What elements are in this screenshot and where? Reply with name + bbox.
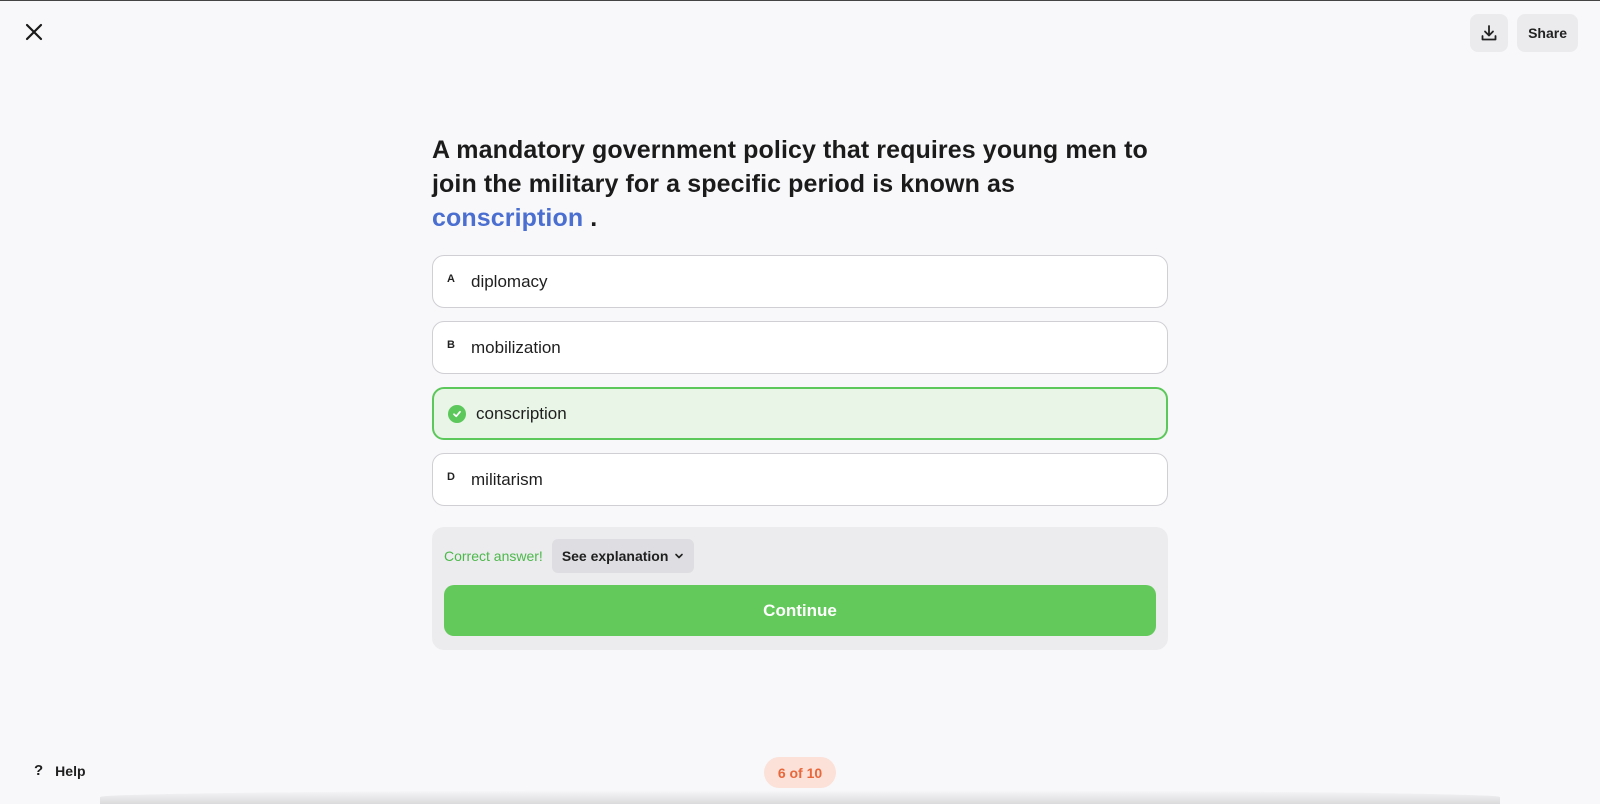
option-label: mobilization <box>471 337 561 357</box>
see-explanation-button[interactable]: See explanation <box>551 539 695 573</box>
help-button[interactable]: ? Help <box>34 762 86 779</box>
feedback-row: Correct answer! See explanation <box>444 539 1156 573</box>
question-mark-icon: ? <box>34 762 44 779</box>
filled-answer: conscription <box>432 204 584 232</box>
correct-status: Correct answer! <box>444 548 543 564</box>
share-button[interactable]: Share <box>1517 14 1578 52</box>
option-c-correct[interactable]: conscription <box>432 387 1168 440</box>
download-icon <box>1481 25 1497 41</box>
option-label: conscription <box>476 403 567 423</box>
option-label: diplomacy <box>471 271 548 291</box>
option-label: militarism <box>471 469 543 489</box>
question-prompt: A mandatory government policy that requi… <box>432 136 1148 198</box>
close-icon <box>25 23 43 41</box>
top-actions: Share <box>1470 14 1578 52</box>
chevron-down-icon <box>675 553 684 559</box>
continue-button[interactable]: Continue <box>444 585 1156 636</box>
download-button[interactable] <box>1470 14 1509 52</box>
option-d[interactable]: D militarism <box>432 453 1168 506</box>
feedback-panel: Correct answer! See explanation Continue <box>432 527 1168 650</box>
check-circle-icon <box>448 404 466 423</box>
option-letter: A <box>447 272 455 285</box>
bottom-shadow <box>100 790 1500 804</box>
question-end: . <box>583 204 598 232</box>
close-button[interactable] <box>20 18 48 46</box>
option-letter: B <box>447 338 455 351</box>
option-letter: D <box>447 470 455 483</box>
quiz-card: A mandatory government policy that requi… <box>432 133 1168 650</box>
see-explanation-label: See explanation <box>561 548 669 564</box>
help-label: Help <box>55 762 86 779</box>
progress-indicator: 6 of 10 <box>764 757 836 788</box>
answer-options: A diplomacy B mobilization conscription … <box>432 255 1168 506</box>
question-text: A mandatory government policy that requi… <box>432 133 1168 235</box>
option-b[interactable]: B mobilization <box>432 321 1168 374</box>
window-top-border <box>0 0 1600 1</box>
option-a[interactable]: A diplomacy <box>432 255 1168 308</box>
